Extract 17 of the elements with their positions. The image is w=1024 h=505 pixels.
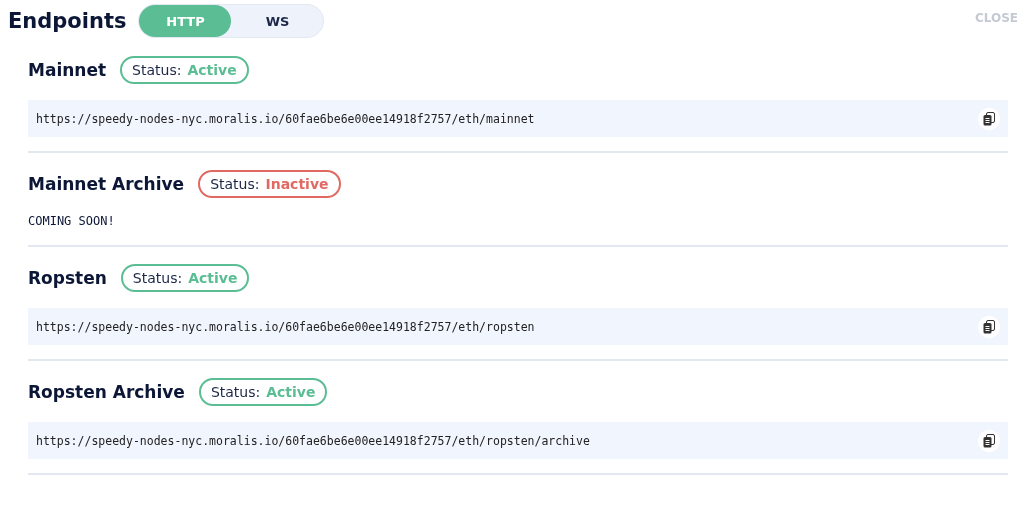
status-badge: Status: Inactive [198, 170, 341, 198]
status-badge: Status: Active [120, 56, 249, 84]
copy-icon[interactable] [978, 315, 1000, 338]
status-badge: Status: Active [120, 264, 250, 292]
status-badge: Status: Active [198, 378, 328, 406]
url-field[interactable]: https://speedy-nodes-nyc.moralis.io/60fae6be6e00ee14918f2757/eth/ropsten/archive [28, 422, 1008, 459]
endpoint-name: Ropsten [28, 268, 107, 288]
endpoint-name: Mainnet [28, 60, 107, 80]
endpoint-name: Ropsten Archive [28, 382, 185, 402]
copy-icon[interactable] [978, 429, 1000, 452]
page-title: Endpoints [8, 9, 127, 33]
endpoint-name: Mainnet Archive [28, 174, 185, 194]
copy-icon[interactable] [978, 107, 1000, 130]
url-field[interactable]: https://speedy-nodes-nyc.moralis.io/60fae6be6e00ee14918f2757/eth/ropsten [28, 308, 1008, 345]
url-field[interactable]: https://speedy-nodes-nyc.moralis.io/60fae6be6e00ee14918f2757/eth/mainnet [28, 100, 1008, 137]
coming-soon-text: COMING SOON! [28, 214, 116, 230]
protocol-tab[interactable]: WS [231, 5, 324, 37]
